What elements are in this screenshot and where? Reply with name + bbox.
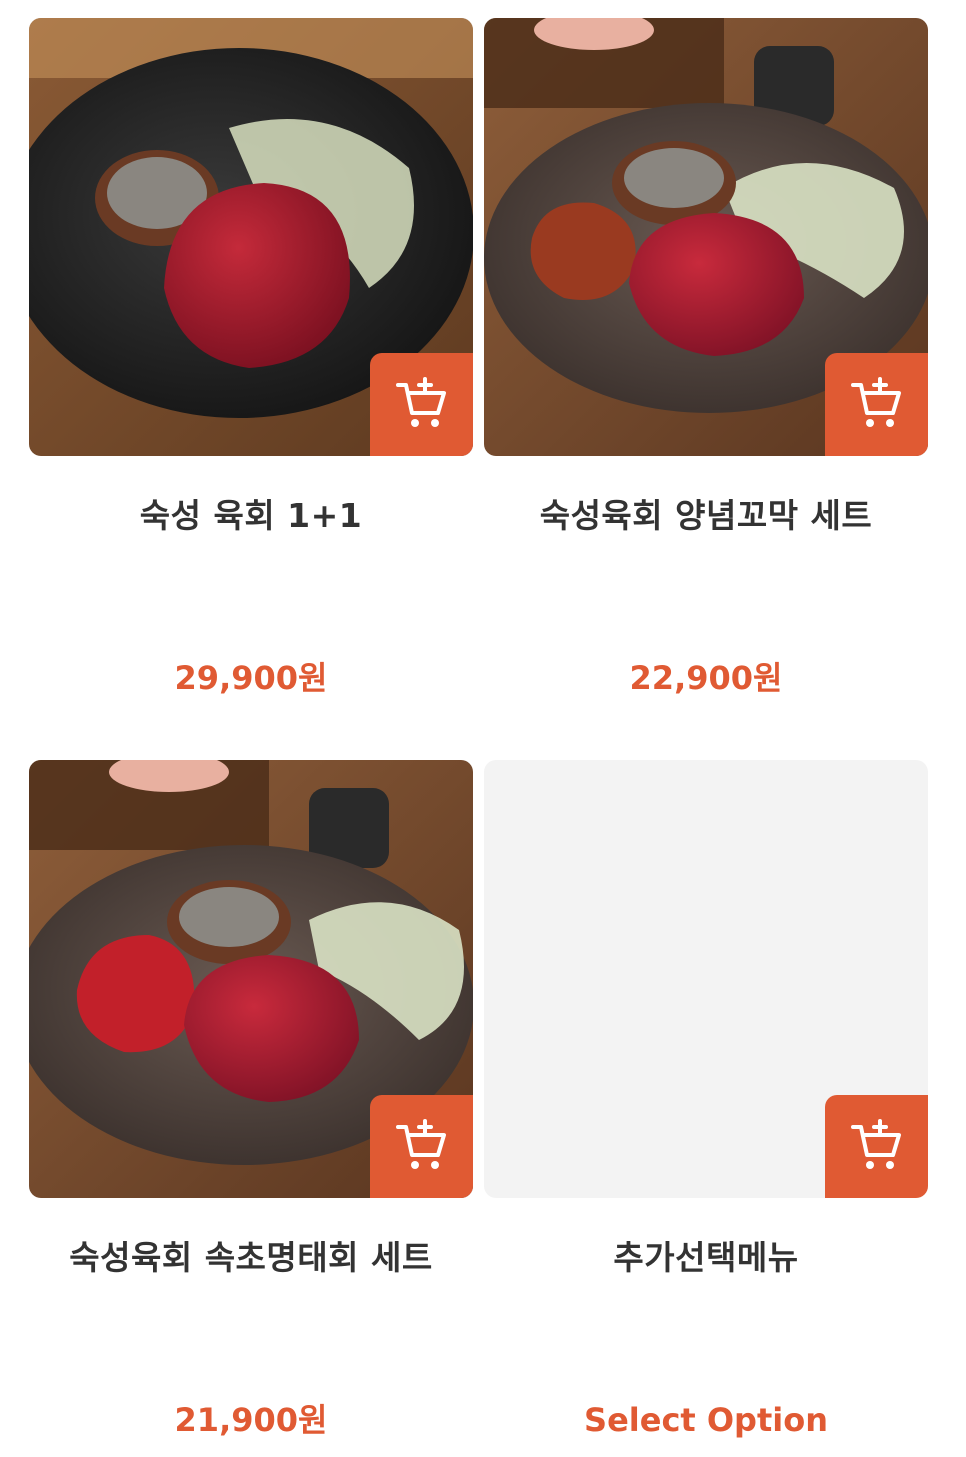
product-name[interactable]: 추가선택메뉴 [484, 1238, 928, 1278]
add-to-cart-button[interactable] [825, 1095, 928, 1198]
add-to-cart-button[interactable] [370, 353, 473, 456]
product-image[interactable] [484, 18, 928, 456]
add-to-cart-button[interactable] [825, 353, 928, 456]
product-image[interactable] [29, 760, 473, 1198]
product-name[interactable]: 숙성육회 양념꼬막 세트 [484, 496, 928, 536]
product-image-placeholder[interactable] [484, 760, 928, 1198]
add-to-cart-icon [850, 376, 901, 427]
product-price: 22,900원 [629, 659, 783, 697]
product-card[interactable]: 숙성육회 양념꼬막 세트 22,900원 [484, 18, 928, 697]
add-to-cart-icon [395, 376, 446, 427]
product-price: 29,900원 [174, 659, 328, 697]
product-name[interactable]: 숙성 육회 1+1 [29, 496, 473, 536]
add-to-cart-icon [850, 1118, 901, 1169]
product-name[interactable]: 숙성육회 속초명태회 세트 [29, 1238, 473, 1278]
product-grid: 숙성 육회 1+1 29,900원 숙성육회 양념꼬막 세트 22,900원 숙… [0, 0, 966, 1457]
add-to-cart-button[interactable] [370, 1095, 473, 1198]
add-to-cart-icon [395, 1118, 446, 1169]
product-card[interactable]: 숙성 육회 1+1 29,900원 [29, 18, 473, 697]
product-price: 21,900원 [174, 1401, 328, 1439]
select-option-link[interactable]: Select Option [484, 1400, 928, 1440]
product-card[interactable]: 추가선택메뉴 Select Option [484, 760, 928, 1439]
product-card[interactable]: 숙성육회 속초명태회 세트 21,900원 [29, 760, 473, 1439]
product-image[interactable] [29, 18, 473, 456]
